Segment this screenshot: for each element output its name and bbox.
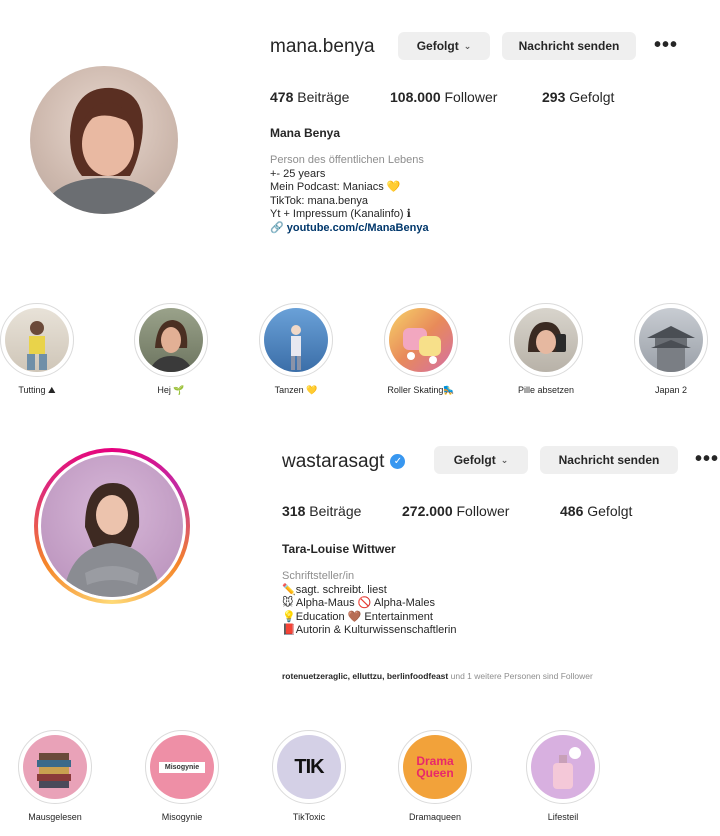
username-text: wastarasagt — [282, 451, 385, 472]
posts-count: 478 — [270, 89, 294, 105]
more-options-icon[interactable]: ••• — [654, 34, 678, 57]
highlight-dramaqueen[interactable]: Drama Queen Dramaqueen — [390, 730, 480, 822]
following-label: Gefolgt — [587, 503, 633, 519]
followers-stat[interactable]: 272.000 Follower — [402, 503, 509, 519]
highlight-label: Tanzen 💛 — [274, 385, 318, 395]
more-options-icon[interactable]: ••• — [695, 448, 719, 471]
followers-label: Follower — [444, 89, 498, 105]
message-button-label: Nachricht senden — [558, 453, 660, 467]
posts-label: Beiträge — [297, 89, 350, 105]
highlight-inner-text: TIK — [294, 755, 324, 778]
highlight-tutting[interactable]: Tutting ⛰ — [0, 303, 82, 396]
followers-count: 108.000 — [390, 89, 441, 105]
highlight-thumbnail — [264, 308, 328, 372]
highlight-thumbnail — [531, 735, 595, 799]
highlight-thumbnail — [23, 735, 87, 799]
username: wastarasagt ✓ — [282, 451, 406, 473]
following-button[interactable]: Gefolgt ⌄ — [398, 32, 490, 60]
highlight-mausgelesen[interactable]: Mausgelesen — [10, 730, 100, 822]
bio-category: Person des öffentlichen Lebens — [270, 154, 424, 166]
bio-category: Schriftsteller/in — [282, 570, 355, 582]
highlight-label: TikToxic — [292, 812, 326, 822]
bio-line: Yt + Impressum (Kanalinfo) ℹ — [270, 208, 411, 220]
highlight-thumbnail: Misogynie — [150, 735, 214, 799]
highlight-label: Dramaqueen — [408, 812, 462, 822]
person-photo — [63, 483, 161, 597]
posts-stat: 478 Beiträge — [270, 89, 349, 105]
followed-by[interactable]: rotenuetzeraglic, elluttzu, berlinfoodfe… — [282, 671, 593, 681]
highlight-thumbnail — [139, 308, 203, 372]
highlight-thumbnail — [389, 308, 453, 372]
message-button-label: Nachricht senden — [518, 39, 620, 53]
profile-header-mana: mana.benya Gefolgt ⌄ Nachricht senden ••… — [0, 0, 720, 290]
highlight-lifesteil[interactable]: Lifesteil — [518, 730, 608, 822]
highlight-thumbnail: Drama Queen — [403, 735, 467, 799]
bio: Person des öffentlichen Lebens +- 25 yea… — [270, 154, 429, 235]
followers-label: Follower — [456, 503, 510, 519]
highlight-label: Japan 2 — [654, 385, 688, 395]
story-ring[interactable] — [34, 448, 190, 604]
followers-stat[interactable]: 108.000 Follower — [390, 89, 497, 105]
bio-line: 📕Autorin & Kulturwissenschaftlerin — [282, 624, 457, 636]
highlight-thumbnail — [639, 308, 703, 372]
highlight-roller-skating[interactable]: Roller Skating🛼 — [376, 303, 466, 396]
following-count: 293 — [542, 89, 566, 105]
following-button-label: Gefolgt — [416, 39, 459, 53]
bio-line: TikTok: mana.benya — [270, 194, 369, 207]
full-name: Mana Benya — [270, 126, 341, 140]
highlight-label: Hej 🌱 — [157, 385, 185, 395]
chevron-down-icon: ⌄ — [500, 454, 509, 465]
highlight-inner-text: Misogynie — [158, 761, 206, 773]
following-count: 486 — [560, 503, 584, 519]
profile-stats: 318 Beiträge 272.000 Follower 486 Gefolg… — [282, 503, 682, 523]
full-name: Tara-Louise Wittwer — [282, 542, 396, 556]
highlight-pille-absetzen[interactable]: Pille absetzen — [501, 303, 591, 395]
highlight-label: Mausgelesen — [28, 812, 82, 822]
highlight-label: Misogynie — [161, 812, 203, 822]
username: mana.benya — [270, 36, 375, 57]
highlight-thumbnail: TIK — [277, 735, 341, 799]
highlight-label: Pille absetzen — [517, 385, 575, 395]
bio-line: +- 25 years — [270, 167, 326, 180]
posts-count: 318 — [282, 503, 306, 519]
following-label: Gefolgt — [569, 89, 615, 105]
following-stat[interactable]: 486 Gefolgt — [560, 503, 632, 519]
posts-stat: 318 Beiträge — [282, 503, 361, 519]
highlight-thumbnail — [5, 308, 69, 372]
followed-by-names: rotenuetzeraglic, elluttzu, berlinfoodfe… — [282, 671, 449, 681]
profile-header-wastarasagt: wastarasagt ✓ Gefolgt ⌄ Nachricht senden … — [0, 430, 720, 700]
highlight-inner-text: Drama Queen — [416, 754, 454, 780]
message-button[interactable]: Nachricht senden — [502, 32, 636, 60]
profile-stats: 478 Beiträge 108.000 Follower 293 Gefolg… — [270, 89, 670, 109]
bio-line: Mein Podcast: Maniacs 💛 — [270, 181, 401, 193]
highlight-misogynie[interactable]: Misogynie Misogynie — [137, 730, 227, 822]
followed-by-rest: und 1 weitere Personen sind Follower — [448, 671, 593, 681]
highlight-label: Tutting ⛰ — [18, 385, 56, 395]
following-button[interactable]: Gefolgt ⌄ — [434, 446, 528, 474]
posts-label: Beiträge — [309, 503, 362, 519]
bio-link[interactable]: 🔗 youtube.com/c/ManaBenya — [270, 222, 429, 236]
bio: Schriftsteller/in ✏️sagt. schreibt. lies… — [282, 570, 457, 638]
profile-avatar — [41, 455, 183, 597]
following-stat[interactable]: 293 Gefolgt — [542, 89, 614, 105]
followers-count: 272.000 — [402, 503, 453, 519]
person-photo — [40, 87, 170, 214]
highlight-label: Roller Skating🛼 — [387, 385, 455, 395]
verified-badge-icon: ✓ — [390, 454, 406, 470]
bio-line: 🐭 Alpha-Maus 🚫 Alpha-Males — [282, 597, 435, 609]
highlight-tiktoxic[interactable]: TIK TikToxic — [264, 730, 354, 822]
message-button[interactable]: Nachricht senden — [540, 446, 678, 474]
highlight-thumbnail — [514, 308, 578, 372]
highlight-tanzen[interactable]: Tanzen 💛 — [251, 303, 341, 396]
chevron-down-icon: ⌄ — [463, 40, 472, 51]
profile-avatar[interactable] — [30, 66, 178, 214]
highlight-japan-2[interactable]: Japan 2 — [626, 303, 716, 395]
following-button-label: Gefolgt — [453, 453, 496, 467]
highlight-label: Lifesteil — [547, 812, 579, 822]
bio-line: ✏️sagt. schreibt. liest — [282, 583, 387, 596]
highlight-hej[interactable]: Hej 🌱 — [126, 303, 216, 396]
bio-line: 💡Education 🤎 Entertainment — [282, 610, 433, 623]
